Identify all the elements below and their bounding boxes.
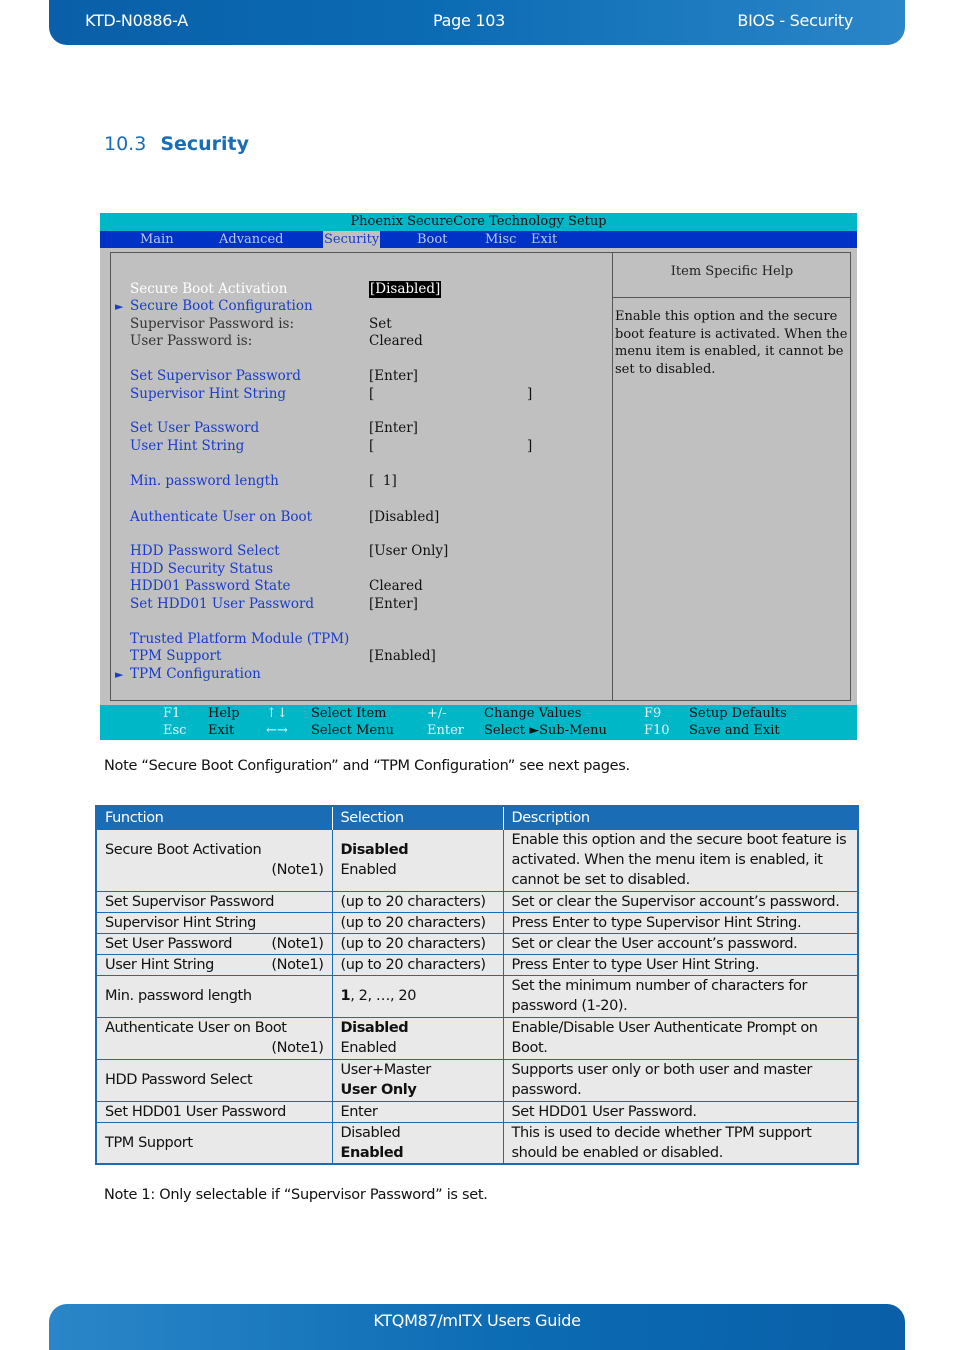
table-row: User Hint String (Note1) (up to 20 charac… [95,953,859,976]
note-next-pages: Note “Secure Boot Configuration” and “TP… [104,758,630,774]
help-text: Enable this option and the secure boot f… [615,309,848,377]
note-supervisor-password: Note 1: Only selectable if “Supervisor P… [104,1187,488,1203]
table-row: Supervisor Hint String (up to 20 charact… [95,911,859,934]
table-row: Set User Password (Note1) (up to 20 chara… [95,932,859,955]
doc-id: KTD-N0886-A [85,11,188,30]
section-number: 10.3 [104,133,147,155]
submenu-arrow-icon: ► [115,668,124,681]
page-header: KTD-N0886-A Page 103 BIOS - Security [49,0,905,45]
table-row: Authenticate User on Boot (Note1) Disable… [95,1016,859,1060]
table-header-row: Function Selection Description [96,806,858,829]
table-row: Set Supervisor Password (up to 20 charac… [95,890,859,913]
page-footer: KTQM87/mITX Users Guide [49,1304,905,1350]
arrows-updown-icon: ↑↓ [266,706,288,721]
key-updown-desc: Select Item [311,706,387,721]
bios-tab-main[interactable]: Main [139,231,175,248]
table-row: TPM Support Disabled Enabled This is used… [95,1121,859,1165]
table-row: Secure Boot Activation (Note1) Disabled En… [95,828,859,892]
bios-tab-boot[interactable]: Boot [416,231,448,248]
key-f9: F9 [644,706,662,721]
table-row: HDD Password Select User+Master User Only… [95,1058,859,1102]
key-f10: F10 [644,723,670,738]
col-function: Function [96,806,333,829]
key-leftright-desc: Select Menu [311,723,394,738]
bios-tab-advanced[interactable]: Advanced [218,231,284,248]
section-name: Security [160,133,250,155]
key-enter-desc: Select ►Sub-Menu [484,723,607,738]
bios-tab-security[interactable]: Security [323,231,381,248]
key-plusminus-desc: Change Values [484,706,582,721]
arrows-leftright-icon: ←→ [266,723,288,738]
page-number: Page 103 [433,11,505,30]
key-enter: Enter [427,723,464,738]
key-f9-desc: Setup Defaults [689,706,787,721]
bios-tab-misc[interactable]: Misc [484,231,517,248]
guide-title: KTQM87/mITX Users Guide [373,1311,581,1330]
col-selection: Selection [332,806,504,829]
key-f10-desc: Save and Exit [689,723,780,738]
key-esc: Esc [163,723,187,738]
bios-key-legend: F1 Help Esc Exit ↑↓ Select Item ←→ Selec… [100,705,857,740]
key-f1-desc: Help [208,706,240,721]
col-description: Description [503,806,858,829]
section-heading: 10.3 Security [104,133,249,155]
table-row: Set HDD01 User Password Enter Set HDD01 … [95,1100,859,1123]
bios-divider [612,253,613,700]
key-f1: F1 [163,706,181,721]
key-esc-desc: Exit [208,723,235,738]
submenu-arrow-icon: ► [115,300,124,313]
settings-table: Function Selection Description Secure Bo… [95,805,859,1165]
help-title: Item Specific Help [613,253,851,298]
chapter-title: BIOS - Security [737,11,853,30]
bios-body: Item Specific Help Enable this option an… [110,252,851,701]
bios-menu-bar: Main Advanced Security Boot Misc Exit [100,231,857,248]
table-row: Min. password length 1, 2, …, 20 Set the… [95,974,859,1018]
bios-tab-exit[interactable]: Exit [530,231,558,248]
key-plusminus: +/- [427,706,447,721]
bios-title: Phoenix SecureCore Technology Setup [100,213,857,231]
bios-screen: Phoenix SecureCore Technology Setup Main… [100,213,857,740]
bios-value: [Disabled] [369,281,442,298]
